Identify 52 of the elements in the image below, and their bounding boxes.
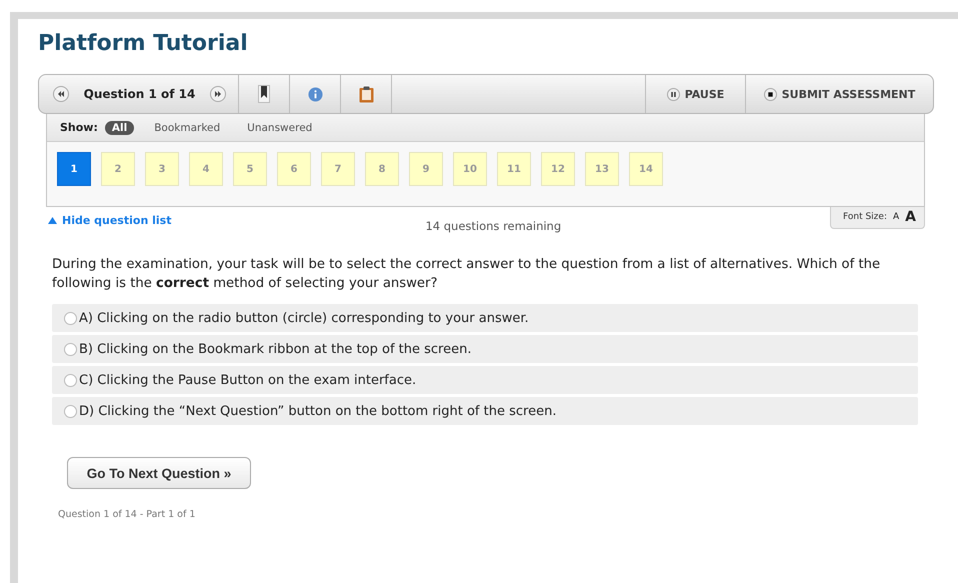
question-number[interactable]: 10 bbox=[453, 152, 487, 186]
next-question-button[interactable]: Go To Next Question » bbox=[67, 457, 251, 489]
stop-icon bbox=[764, 88, 777, 100]
filter-option[interactable]: All bbox=[104, 120, 134, 134]
answer-option[interactable]: A) Clicking on the radio button (circle) corresponding to your answer. bbox=[52, 304, 918, 332]
radio-button[interactable] bbox=[64, 312, 77, 324]
answer-text: B) Clicking on the Bookmark ribbon at the top of the screen. bbox=[79, 342, 472, 356]
filter-option[interactable]: Bookmarked bbox=[147, 120, 228, 134]
bookmark-icon[interactable] bbox=[258, 85, 270, 103]
pause-icon bbox=[666, 88, 680, 100]
radio-button[interactable] bbox=[64, 342, 77, 356]
clipboard-icon[interactable] bbox=[358, 86, 374, 102]
pause-button[interactable]: PAUSE bbox=[646, 75, 746, 113]
filter-label: Show: bbox=[60, 121, 98, 134]
answer-text: D) Clicking the “Next Question” button on the bottom right of the screen. bbox=[79, 404, 556, 418]
radio-button[interactable] bbox=[64, 404, 77, 418]
submit-assessment-button[interactable]: SUBMIT ASSESSMENT bbox=[746, 75, 933, 113]
page-title: Platform Tutorial bbox=[38, 31, 249, 56]
answer-option[interactable]: D) Clicking the “Next Question” button on the bottom right of the screen. bbox=[52, 397, 918, 425]
answer-option[interactable]: B) Clicking on the Bookmark ribbon at the top of the screen. bbox=[52, 335, 918, 363]
question-number[interactable]: 6 bbox=[277, 152, 311, 186]
answer-text: A) Clicking on the radio button (circle) corresponding to your answer. bbox=[79, 310, 529, 326]
question-number[interactable]: 13 bbox=[585, 152, 619, 186]
filter-option[interactable]: Unanswered bbox=[240, 120, 320, 134]
question-number[interactable]: 4 bbox=[189, 152, 223, 186]
answer-text: C) Clicking the Pause Button on the exam interface. bbox=[79, 372, 416, 388]
hide-question-list-link[interactable]: Hide question list bbox=[48, 214, 172, 227]
question-number[interactable]: 11 bbox=[497, 152, 531, 186]
question-number[interactable]: 7 bbox=[321, 152, 355, 186]
question-number[interactable]: 8 bbox=[365, 152, 399, 186]
fast-forward-icon bbox=[214, 90, 222, 98]
question-number[interactable]: 9 bbox=[409, 152, 443, 186]
question-counter: Question 1 of 14 bbox=[84, 87, 196, 101]
question-number[interactable]: 5 bbox=[233, 152, 267, 186]
triangle-icon bbox=[48, 217, 57, 224]
small-font-button[interactable]: A bbox=[892, 212, 900, 222]
question-text: During the examination, your task will be to select the correct answer to the question from a list of alternatives. Which of the following is the correct method of selecting your answer? bbox=[52, 256, 882, 293]
previous-question-button[interactable] bbox=[53, 86, 69, 102]
question-number[interactable]: 1 bbox=[57, 152, 91, 186]
question-number[interactable]: 14 bbox=[629, 152, 663, 186]
question-number[interactable]: 3 bbox=[145, 152, 179, 186]
next-question-button[interactable] bbox=[210, 86, 226, 102]
questions-remaining: 14 questions remaining bbox=[425, 219, 562, 233]
question-number[interactable]: 2 bbox=[101, 152, 135, 186]
question-number[interactable]: 12 bbox=[541, 152, 575, 186]
info-icon[interactable] bbox=[308, 86, 322, 102]
font-size-label: Font Size: bbox=[843, 212, 887, 222]
question-footer: Question 1 of 14 - Part 1 of 1 bbox=[58, 509, 934, 520]
radio-button[interactable] bbox=[64, 374, 77, 386]
large-font-button[interactable]: A bbox=[905, 209, 916, 225]
answer-option[interactable]: C) Clicking the Pause Button on the exam interface. bbox=[52, 366, 918, 394]
rewind-icon bbox=[57, 90, 65, 98]
